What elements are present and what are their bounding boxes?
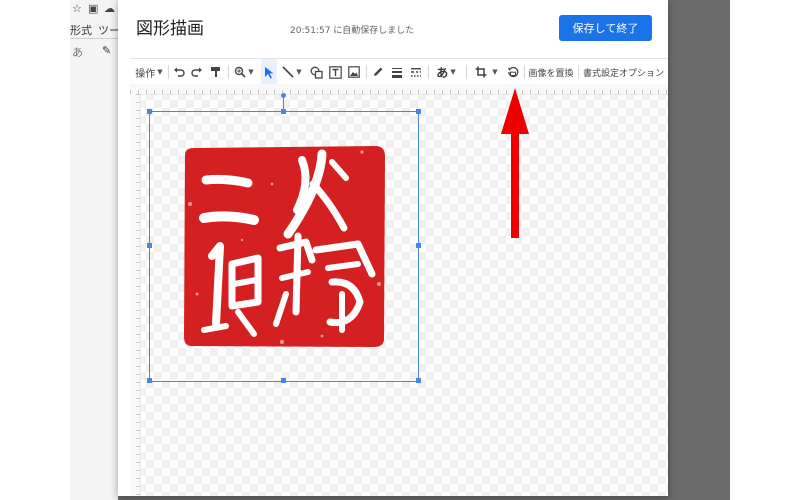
background-docs-panel: ☆ ▣ ☁ 形式 ツー あ ✎ <box>70 0 120 500</box>
resize-handle-top-right[interactable] <box>416 109 421 114</box>
toolbar-divider <box>428 65 429 79</box>
crop-image-button[interactable] <box>473 59 489 85</box>
drawing-dialog: 図形描画 20:51:57 に自動保存しました 保存して終了 操作▼ ▼ ▼ <box>118 0 668 496</box>
resize-handle-bottom-left[interactable] <box>147 378 152 383</box>
chevron-down-icon: ▼ <box>296 68 302 76</box>
toolbar-divider <box>466 65 467 79</box>
resize-handle-top[interactable] <box>281 109 286 114</box>
dialog-title: 図形描画 <box>136 19 204 39</box>
rotation-handle[interactable] <box>281 93 286 98</box>
chevron-down-icon: ▼ <box>450 68 456 76</box>
toolbar-divider <box>524 65 525 79</box>
toolbar-divider <box>228 65 229 79</box>
toolbar-divider <box>366 65 367 79</box>
undo-icon <box>174 67 185 77</box>
mask-image-icon <box>508 66 519 78</box>
cloud-icon: ☁ <box>104 2 115 15</box>
redo-button[interactable] <box>189 59 205 85</box>
pen-icon <box>374 67 383 76</box>
text-style-icon: あ <box>72 46 83 59</box>
textbox-icon <box>328 65 342 79</box>
chevron-down-icon: ▼ <box>248 68 254 76</box>
line-dash-button[interactable] <box>408 59 424 85</box>
format-options-label: 書式設定オプション <box>583 68 665 79</box>
paint-format-icon <box>211 67 220 77</box>
chevron-down-icon: ▼ <box>157 68 163 76</box>
zoom-icon <box>235 66 246 78</box>
textbox-tool-button[interactable] <box>327 59 343 85</box>
image-tool-button[interactable] <box>346 59 362 85</box>
shape-tool-button[interactable] <box>308 59 324 85</box>
paint-format-button[interactable] <box>208 59 224 85</box>
rotation-handle-line <box>283 96 284 110</box>
line-weight-icon <box>392 68 402 78</box>
zoom-button[interactable]: ▼ <box>231 59 257 85</box>
resize-handle-bottom[interactable] <box>281 378 286 383</box>
chevron-down-icon: ▼ <box>492 68 498 76</box>
line-icon <box>282 66 294 78</box>
select-icon <box>264 66 273 78</box>
pen-color-button[interactable] <box>370 59 386 85</box>
image-icon <box>348 66 360 78</box>
replace-image-button[interactable]: 画像を置換 <box>528 59 574 85</box>
resize-handle-right[interactable] <box>416 243 421 248</box>
actions-menu-label: 操作 <box>135 68 156 80</box>
autosave-status: 20:51:57 に自動保存しました <box>290 26 415 36</box>
drawing-toolbar: 操作 ▼ ▼ ▼ あ ▼ ▼ 画像を置換 書式設定オプション <box>130 58 668 86</box>
folder-icon: ▣ <box>88 2 99 15</box>
resize-handle-bottom-right[interactable] <box>416 378 421 383</box>
mask-dropdown-button[interactable]: ▼ <box>489 59 501 85</box>
red-annotation-arrow <box>501 88 529 238</box>
toolbar-divider <box>168 65 169 79</box>
save-and-close-button[interactable]: 保存して終了 <box>559 15 652 41</box>
format-options-button[interactable]: 書式設定オプション <box>583 59 667 85</box>
line-weight-button[interactable] <box>389 59 405 85</box>
text-style-button[interactable]: あ ▼ <box>433 59 459 85</box>
vertical-ruler <box>130 94 141 496</box>
horizontal-ruler <box>130 84 668 95</box>
menu-divider <box>70 38 118 39</box>
resize-handle-top-left[interactable] <box>147 109 152 114</box>
actions-menu-button[interactable]: 操作 ▼ <box>134 59 164 85</box>
star-icon: ☆ <box>72 2 82 15</box>
resize-handle-left[interactable] <box>147 243 152 248</box>
undo-button[interactable] <box>171 59 187 85</box>
redo-icon <box>191 67 202 77</box>
reset-image-button[interactable] <box>505 59 521 85</box>
drawing-canvas[interactable] <box>130 84 668 496</box>
menu-format[interactable]: 形式 <box>70 22 92 38</box>
menu-tools[interactable]: ツー <box>98 22 120 38</box>
shape-icon <box>310 66 323 79</box>
pen-icon-bg: ✎ <box>102 44 112 57</box>
selection-box <box>149 111 419 382</box>
toolbar-divider <box>578 65 579 79</box>
line-tool-button[interactable]: ▼ <box>279 59 305 85</box>
text-style-label: あ <box>436 65 449 80</box>
select-tool-button[interactable] <box>261 59 277 85</box>
line-dash-icon <box>411 68 421 77</box>
crop-icon <box>475 66 487 78</box>
